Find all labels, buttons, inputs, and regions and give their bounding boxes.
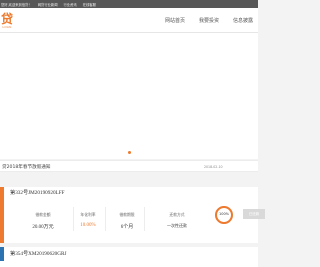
topbar-link-service[interactable]: 在线客服 bbox=[83, 2, 96, 7]
annual-rate-label: 年化利率 bbox=[80, 212, 96, 217]
repayment-method-label: 还款方式 bbox=[169, 212, 185, 217]
loan-term-value: 6个月 bbox=[120, 225, 134, 230]
logo-mark: 贷 bbox=[0, 11, 13, 26]
loan-card: 第354号XM20190620GRJ bbox=[0, 247, 258, 267]
logo-subtext: LOAN bbox=[2, 24, 12, 29]
progress-text: 100% bbox=[218, 212, 229, 216]
annual-rate-value: 10.00% bbox=[80, 223, 96, 228]
announcement-title[interactable]: 贷2018年春节放假通知 bbox=[2, 164, 50, 170]
carousel-indicator bbox=[0, 151, 258, 154]
divider bbox=[144, 207, 145, 231]
loan-term-label: 借款期限 bbox=[119, 212, 135, 217]
repayment-method-value: 一次性还款 bbox=[167, 223, 187, 228]
loan-card-accent bbox=[0, 187, 4, 243]
announcement-bar: 贷2018年春节放假通知 2018-02-10 bbox=[0, 160, 258, 172]
loan-title[interactable]: 第354号XM20190620GRJ bbox=[10, 250, 67, 257]
loan-card-accent bbox=[0, 247, 4, 261]
topbar-link-info[interactable]: 行业资讯 bbox=[64, 2, 77, 7]
loan-amount-value: 20.00万元 bbox=[32, 225, 54, 230]
nav-invest[interactable]: 我要投资 bbox=[199, 17, 219, 24]
topbar-link-news[interactable]: 网贷行业新闻 bbox=[38, 2, 58, 7]
welcome-text: 您好,欢迎来到信贷！ bbox=[1, 2, 32, 7]
announcement-date: 2018-02-10 bbox=[204, 165, 223, 169]
top-strip: 您好,欢迎来到信贷！ 网贷行业新闻 行业资讯 在线客服 bbox=[0, 0, 258, 8]
site-logo[interactable]: 贷 LOAN bbox=[0, 10, 16, 31]
carousel-dot[interactable] bbox=[127, 151, 131, 154]
nav-home[interactable]: 网站首页 bbox=[165, 17, 185, 24]
site-header: 贷 LOAN 网站首页 我要投资 信息披露 bbox=[0, 8, 258, 33]
banner-carousel[interactable] bbox=[0, 33, 258, 159]
loan-amount-label: 借款金额 bbox=[35, 212, 51, 217]
divider bbox=[105, 207, 106, 231]
nav-disclosure[interactable]: 信息披露 bbox=[233, 17, 253, 24]
main-nav: 网站首页 我要投资 信息披露 bbox=[165, 17, 253, 24]
loan-title[interactable]: 第332号JM20190920LFF bbox=[10, 189, 64, 196]
repaid-button[interactable]: 已还款 bbox=[243, 209, 265, 219]
loan-card: 第332号JM20190920LFF 借款金额 20.00万元 年化利率 10.… bbox=[0, 187, 265, 243]
